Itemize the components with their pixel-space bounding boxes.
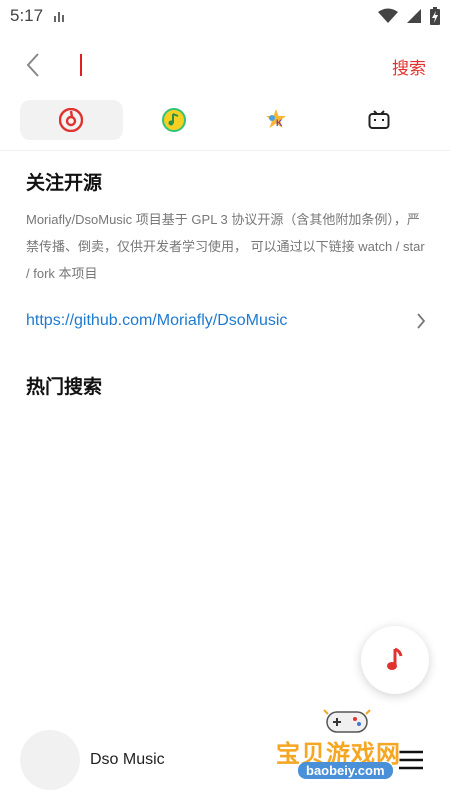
tab-qq-music[interactable]	[123, 100, 226, 140]
status-left: 5:17	[10, 6, 65, 26]
music-note-icon	[387, 647, 403, 670]
chevron-left-icon	[26, 53, 39, 77]
notice-title: 关注开源	[26, 173, 103, 194]
back-button[interactable]	[18, 50, 48, 80]
search-toolbar: 搜索	[0, 40, 450, 92]
status-bar: 5:17	[0, 0, 450, 32]
github-link[interactable]: https://github.com/Moriafly/DsoMusic	[26, 309, 426, 333]
bilibili-icon	[368, 110, 390, 129]
tab-kuwo[interactable]: K	[225, 100, 328, 140]
album-cover[interactable]	[20, 730, 80, 790]
kuwo-music-icon: K	[266, 109, 287, 128]
battery-charging-icon	[430, 7, 440, 25]
tab-netease[interactable]	[20, 100, 123, 140]
playlist-icon[interactable]	[398, 748, 424, 772]
hot-search-title: 热门搜索	[26, 377, 103, 398]
player-title: Dso Music	[90, 751, 165, 768]
search-button[interactable]: 搜索	[392, 54, 426, 79]
status-time: 5:17	[10, 6, 44, 25]
signal-icon	[407, 9, 421, 23]
search-input[interactable]	[72, 50, 378, 80]
divider	[0, 150, 450, 151]
netease-music-icon	[59, 108, 84, 132]
chevron-right-icon	[417, 313, 426, 329]
music-fab[interactable]	[361, 626, 429, 694]
status-right	[378, 7, 440, 25]
source-tabs: K	[20, 100, 430, 140]
mini-player[interactable]: Dso Music	[0, 722, 450, 800]
text-cursor	[80, 54, 82, 76]
notice-body: Moriafly/DsoMusic 项目基于 GPL 3 协议开源（含其他附加条…	[26, 212, 425, 281]
qq-music-icon	[161, 108, 186, 132]
media-bars-icon	[54, 12, 65, 22]
wifi-icon	[378, 8, 398, 23]
tab-bilibili[interactable]	[328, 100, 431, 140]
github-link-text: https://github.com/Moriafly/DsoMusic	[26, 312, 288, 329]
svg-text:K: K	[276, 118, 283, 128]
